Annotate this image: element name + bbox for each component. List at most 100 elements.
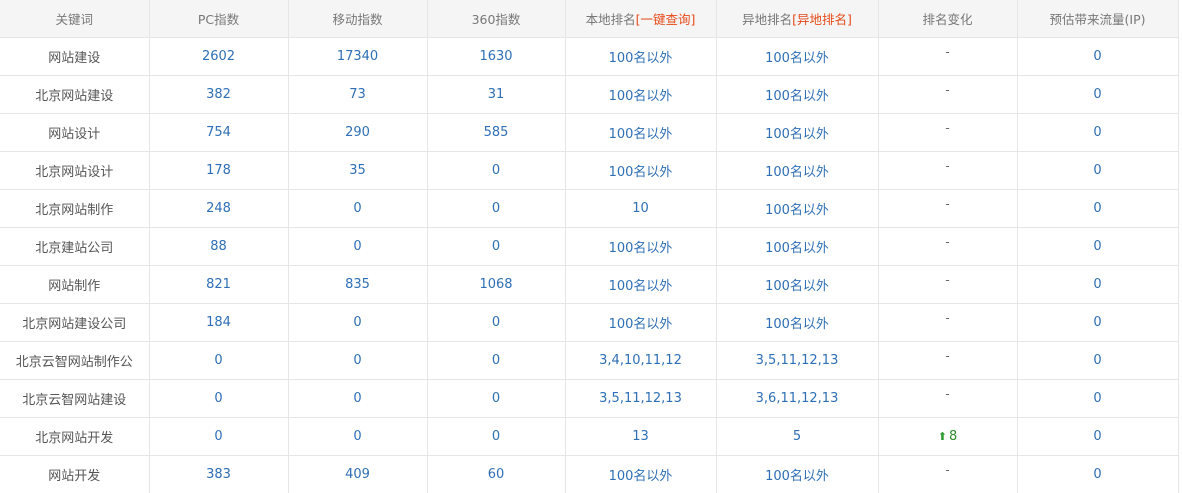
rank-change-cell: - [878, 455, 1018, 493]
traffic-cell: 0 [1017, 303, 1179, 342]
rank-change-cell: - [878, 227, 1018, 266]
up-arrow-icon: ⬆ [937, 429, 947, 443]
idx360-cell: 0 [427, 379, 566, 418]
table-row: 网站制作 821 835 1068 100名以外 100名以外 -0 [0, 265, 1179, 304]
pc-index-cell: 0 [149, 417, 289, 456]
pc-index-cell: 383 [149, 455, 289, 493]
idx360-cell: 60 [427, 455, 566, 493]
header-mobile-index: 移动指数 [288, 0, 428, 38]
idx360-cell: 0 [427, 189, 566, 228]
keyword-cell: 北京网站建设公司 [0, 303, 150, 342]
mobile-index-cell: 0 [288, 303, 428, 342]
traffic-cell: 0 [1017, 265, 1179, 304]
table-row: 北京网站建设 382 73 31 100名以外 100名以外 -0 [0, 75, 1179, 114]
rank-change-cell: - [878, 379, 1018, 418]
rank-change-cell: - [878, 189, 1018, 228]
keyword-rank-table: 关键词 PC指数 移动指数 360指数 本地排名[一键查询] 异地排名[异地排名… [0, 0, 1179, 493]
keyword-cell: 网站建设 [0, 37, 150, 76]
table-row: 北京云智网站制作公 0 0 0 3,4,10,11,12 3,5,11,12,13-0 [0, 341, 1179, 380]
header-row: 关键词 PC指数 移动指数 360指数 本地排名[一键查询] 异地排名[异地排名… [0, 0, 1179, 38]
rank-change-value: - [945, 462, 950, 477]
idx360-cell: 31 [427, 75, 566, 114]
header-pc-index: PC指数 [149, 0, 289, 38]
traffic-cell: 0 [1017, 37, 1179, 76]
table-row: 网站开发 383 409 60 100名以外 100名以外 -0 [0, 455, 1179, 493]
rank-change-cell: - [878, 303, 1018, 342]
pc-index-cell: 821 [149, 265, 289, 304]
idx360-cell: 0 [427, 341, 566, 380]
rank-change-cell: ⬆ 8 [878, 417, 1018, 456]
rank-change-value: - [945, 82, 950, 97]
traffic-cell: 0 [1017, 417, 1179, 456]
table-row: 北京建站公司 88 0 0 100名以外 100名以外 -0 [0, 227, 1179, 266]
idx360-cell: 1068 [427, 265, 566, 304]
table-row: 北京网站开发 0 0 0 13 5 ⬆ 8 0 [0, 417, 1179, 456]
remote-rank-query-link[interactable]: [异地排名] [792, 12, 852, 27]
one-click-query-link[interactable]: [一键查询] [636, 12, 696, 27]
mobile-index-cell: 0 [288, 189, 428, 228]
mobile-index-cell: 290 [288, 113, 428, 152]
traffic-cell: 0 [1017, 379, 1179, 418]
idx360-cell: 1630 [427, 37, 566, 76]
rank-change-cell: - [878, 341, 1018, 380]
local-rank-cell: 13 [565, 417, 717, 456]
rank-change-value: - [945, 348, 950, 363]
remote-rank-cell: 100名以外 [716, 455, 879, 493]
rank-change-value: - [945, 310, 950, 325]
local-rank-cell: 100名以外 [565, 227, 717, 266]
rank-change-value: - [945, 44, 950, 59]
remote-rank-cell: 5 [716, 417, 879, 456]
mobile-index-cell: 0 [288, 341, 428, 380]
local-rank-cell: 100名以外 [565, 151, 717, 190]
rank-change-value: - [945, 196, 950, 211]
mobile-index-cell: 0 [288, 417, 428, 456]
traffic-cell: 0 [1017, 151, 1179, 190]
remote-rank-cell: 100名以外 [716, 37, 879, 76]
keyword-cell: 北京网站开发 [0, 417, 150, 456]
rank-change-cell: - [878, 37, 1018, 76]
header-remote-rank-label: 异地排名 [742, 11, 793, 27]
remote-rank-cell: 3,5,11,12,13 [716, 341, 879, 380]
keyword-cell: 北京网站设计 [0, 151, 150, 190]
local-rank-cell: 100名以外 [565, 75, 717, 114]
header-rank-change: 排名变化 [878, 0, 1018, 38]
keyword-cell: 网站制作 [0, 265, 150, 304]
table-row: 网站建设 2602 17340 1630 100名以外 100名以外 -0 [0, 37, 1179, 76]
header-local-rank: 本地排名[一键查询] [565, 0, 717, 38]
remote-rank-cell: 3,6,11,12,13 [716, 379, 879, 418]
rank-change-value: - [945, 234, 950, 249]
local-rank-cell: 100名以外 [565, 303, 717, 342]
rank-change-value: - [945, 272, 950, 287]
rank-change-cell: - [878, 75, 1018, 114]
mobile-index-cell: 0 [288, 379, 428, 418]
mobile-index-cell: 409 [288, 455, 428, 493]
table-row: 北京网站建设公司 184 0 0 100名以外 100名以外 -0 [0, 303, 1179, 342]
rank-change-cell: - [878, 151, 1018, 190]
mobile-index-cell: 17340 [288, 37, 428, 76]
local-rank-cell: 100名以外 [565, 265, 717, 304]
pc-index-cell: 88 [149, 227, 289, 266]
header-360-index: 360指数 [427, 0, 566, 38]
table-row: 网站设计 754 290 585 100名以外 100名以外 -0 [0, 113, 1179, 152]
rank-change-cell: - [878, 113, 1018, 152]
idx360-cell: 0 [427, 303, 566, 342]
pc-index-cell: 248 [149, 189, 289, 228]
local-rank-cell: 100名以外 [565, 455, 717, 493]
mobile-index-cell: 835 [288, 265, 428, 304]
pc-index-cell: 2602 [149, 37, 289, 76]
pc-index-cell: 0 [149, 341, 289, 380]
pc-index-cell: 754 [149, 113, 289, 152]
header-keyword: 关键词 [0, 0, 150, 38]
mobile-index-cell: 35 [288, 151, 428, 190]
traffic-cell: 0 [1017, 341, 1179, 380]
keyword-cell: 北京云智网站制作公 [0, 341, 150, 380]
traffic-cell: 0 [1017, 455, 1179, 493]
local-rank-cell: 10 [565, 189, 717, 228]
rank-change-cell: - [878, 265, 1018, 304]
pc-index-cell: 0 [149, 379, 289, 418]
local-rank-cell: 100名以外 [565, 113, 717, 152]
mobile-index-cell: 73 [288, 75, 428, 114]
remote-rank-cell: 100名以外 [716, 189, 879, 228]
rank-change-value: - [945, 386, 950, 401]
header-estimated-traffic: 预估带来流量(IP) [1017, 0, 1179, 38]
